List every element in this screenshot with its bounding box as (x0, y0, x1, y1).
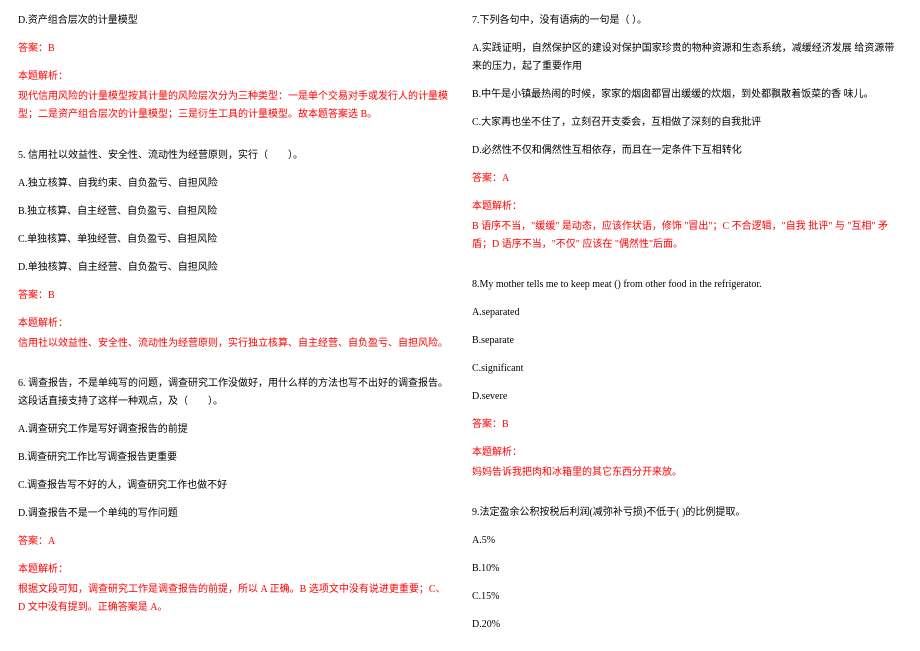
q6-option-d: D.调查报告不是一个单纯的写作问题 (18, 505, 448, 523)
q5-answer: 答案：B (18, 287, 448, 305)
q6-stem: 6. 调查报告，不是单纯写的问题，调查研究工作没做好，用什么样的方法也写不出好的… (18, 375, 448, 411)
q4-answer: 答案：B (18, 40, 448, 58)
q8-option-d: D.severe (472, 388, 902, 406)
q9-option-a: A.5% (472, 532, 902, 550)
q8-stem: 8.My mother tells me to keep meat () fro… (472, 276, 902, 294)
q6-option-b: B.调查研究工作比写调查报告更重要 (18, 449, 448, 467)
q4-option-d: D.资产组合层次的计量模型 (18, 12, 448, 30)
q8-option-a: A.separated (472, 304, 902, 322)
q9-option-c: C.15% (472, 588, 902, 606)
q8: 8.My mother tells me to keep meat () fro… (472, 276, 902, 486)
left-column: D.资产组合层次的计量模型 答案：B 本题解析： 现代信用风险的计量模型按其计量… (18, 12, 448, 639)
q8-answer: 答案：B (472, 416, 902, 434)
q5-option-c: C.单独核算、单独经营、自负盈亏、自担风险 (18, 231, 448, 249)
q7-answer: 答案：A (472, 170, 902, 188)
q7-option-a: A.实践证明，自然保护区的建设对保护国家珍贵的物种资源和生态系统，减缓经济发展 … (472, 40, 902, 76)
q6-exp-title: 本题解析： (18, 561, 448, 579)
right-column: 7.下列各句中，没有语病的一句是（ ）。 A.实践证明，自然保护区的建设对保护国… (472, 12, 902, 639)
q5-option-a: A.独立核算、自我约束、自负盈亏、自担风险 (18, 175, 448, 193)
q6: 6. 调查报告，不是单纯写的问题，调查研究工作没做好，用什么样的方法也写不出好的… (18, 375, 448, 621)
q5-exp-title: 本题解析： (18, 315, 448, 333)
q7-option-c: C.大家再也坐不住了，立刻召开支委会，互相做了深刻的自我批评 (472, 114, 902, 132)
q9-option-b: B.10% (472, 560, 902, 578)
q8-exp-body: 妈妈告诉我把肉和冰箱里的其它东西分开来放。 (472, 464, 902, 482)
q5: 5. 信用社以效益性、安全性、流动性为经营原则，实行（ ）。 A.独立核算、自我… (18, 147, 448, 357)
q7-exp-title: 本题解析： (472, 198, 902, 216)
q4-exp-title: 本题解析： (18, 68, 448, 86)
q5-option-b: B.独立核算、自主经营、自负盈亏、自担风险 (18, 203, 448, 221)
q6-option-c: C.调查报告写不好的人，调查研究工作也做不好 (18, 477, 448, 495)
q7-stem: 7.下列各句中，没有语病的一句是（ ）。 (472, 12, 902, 30)
q8-option-c: C.significant (472, 360, 902, 378)
q9: 9.法定盈余公积按税后利润(减弥补亏损)不低于( )的比例提取。 A.5% B.… (472, 504, 902, 638)
q9-option-d: D.20% (472, 616, 902, 634)
q6-answer: 答案：A (18, 533, 448, 551)
q6-exp-body: 根据文段可知，调查研究工作是调查报告的前提，所以 A 正确。B 选项文中没有说进… (18, 581, 448, 617)
q4-tail: D.资产组合层次的计量模型 答案：B 本题解析： 现代信用风险的计量模型按其计量… (18, 12, 448, 128)
q5-stem: 5. 信用社以效益性、安全性、流动性为经营原则，实行（ ）。 (18, 147, 448, 165)
q8-exp-title: 本题解析： (472, 444, 902, 462)
q7: 7.下列各句中，没有语病的一句是（ ）。 A.实践证明，自然保护区的建设对保护国… (472, 12, 902, 258)
q5-exp-body: 信用社以效益性、安全性、流动性为经营原则，实行独立核算、自主经营、自负盈亏、自担… (18, 335, 448, 353)
q7-option-b: B.中午是小镇最热闹的时候，家家的烟囱都冒出缓缓的炊烟，到处都飘散着饭菜的香 味… (472, 86, 902, 104)
q8-option-b: B.separate (472, 332, 902, 350)
q9-stem: 9.法定盈余公积按税后利润(减弥补亏损)不低于( )的比例提取。 (472, 504, 902, 522)
q6-option-a: A.调查研究工作是写好调查报告的前提 (18, 421, 448, 439)
q5-option-d: D.单独核算、自主经营、自负盈亏、自担风险 (18, 259, 448, 277)
q4-exp-body: 现代信用风险的计量模型按其计量的风险层次分为三种类型：一是单个交易对手或发行人的… (18, 88, 448, 124)
q7-option-d: D.必然性不仅和偶然性互相依存，而且在一定条件下互相转化 (472, 142, 902, 160)
q7-exp-body: B 语序不当，"缓缓" 是动态，应该作状语，修饰 "冒出"；C 不合逻辑，"自我… (472, 218, 902, 254)
